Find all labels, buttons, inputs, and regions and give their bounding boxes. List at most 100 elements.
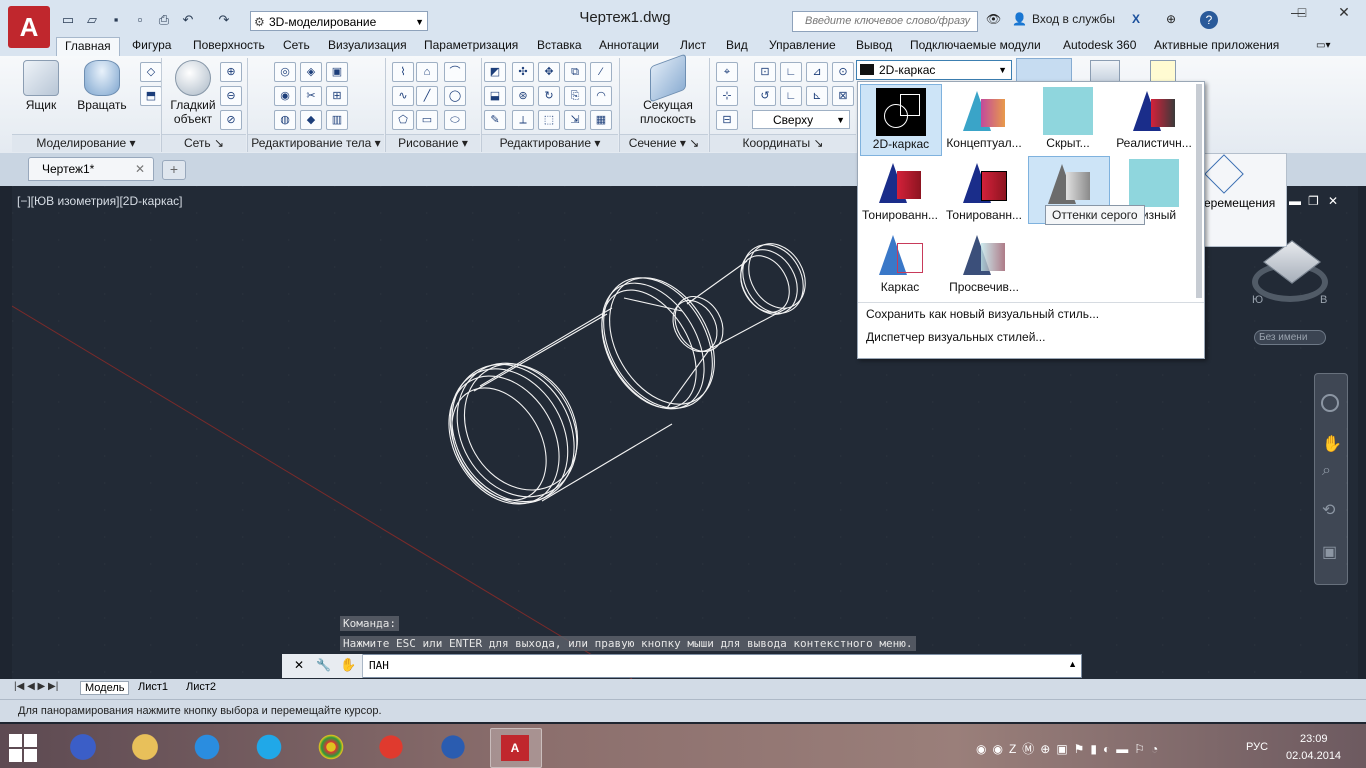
polyline-icon[interactable]: ⌇ (392, 62, 414, 82)
move-gizmo-icon[interactable] (1204, 154, 1244, 194)
3d-rotate-icon[interactable]: ✣ (512, 62, 534, 82)
3d-align-icon[interactable]: ⬓ (484, 86, 506, 106)
viewport-close[interactable]: ✕ (1328, 194, 1338, 208)
ucs-named-icon[interactable]: ⊙ (832, 62, 854, 82)
ucs-menu[interactable]: Без имени (1254, 330, 1326, 345)
box-button[interactable]: Ящик (16, 60, 66, 112)
mirror-icon[interactable]: ⟂ (512, 110, 534, 130)
ellipse-icon[interactable]: ⬭ (444, 110, 466, 130)
ucs-view-icon[interactable]: ⊠ (832, 86, 854, 106)
save-as-icon[interactable]: ▫ (132, 12, 148, 28)
command-input[interactable]: ПАН ▲ (282, 654, 1082, 678)
skype-icon[interactable] (244, 728, 294, 766)
copy-icon[interactable]: ⎘ (564, 86, 586, 106)
arc-icon[interactable]: ⌒ (444, 62, 466, 82)
close-icon[interactable]: ✕ (135, 158, 145, 180)
fillet-icon[interactable]: ◩ (484, 62, 506, 82)
panel-title-coordinates[interactable]: Координаты ↘ (710, 134, 856, 152)
ucs-origin-icon[interactable]: ⊹ (716, 86, 738, 106)
ucs-z-icon[interactable]: ⊾ (806, 86, 828, 106)
presspull-icon[interactable]: ⬒ (140, 86, 162, 106)
panel-title-solid-editing[interactable]: Редактирование тела ▾ (248, 134, 384, 152)
tab-output[interactable]: Вывод (856, 37, 892, 56)
thicken-icon[interactable]: ◆ (300, 110, 322, 130)
tab-surface[interactable]: Поверхность (193, 37, 265, 56)
gallery-scrollbar[interactable] (1196, 84, 1202, 298)
visual-style-select[interactable]: 2D-каркас ▼ (856, 60, 1012, 80)
view-select[interactable]: Сверху ▼ (752, 110, 850, 129)
3d-move-icon[interactable]: ✥ (538, 62, 560, 82)
undo-icon[interactable]: ↶ (180, 12, 196, 28)
tab-model[interactable]: Модель (80, 681, 130, 695)
intersect-icon[interactable]: ◍ (274, 110, 296, 130)
showmotion-icon[interactable]: ▣ (1322, 542, 1337, 562)
tab-parametric[interactable]: Параметризация (424, 37, 518, 56)
ucs-y-icon[interactable]: ∟ (780, 86, 802, 106)
viewport-controls-label[interactable]: [−][ЮВ изометрия][2D-каркас] (17, 194, 183, 208)
tab-manage[interactable]: Управление (769, 37, 836, 56)
visual-style-conceptual[interactable]: Концептуал... (944, 84, 1024, 154)
word-icon[interactable] (428, 728, 478, 766)
tab-home[interactable]: Главная (56, 37, 120, 57)
ucs-x-icon[interactable]: ∟ (780, 62, 802, 82)
panel-title-modeling[interactable]: Моделирование ▾ (12, 134, 160, 152)
binoculars-icon[interactable]: 👁 (986, 12, 1001, 26)
revolve-button[interactable]: Вращать (74, 60, 130, 112)
viewport-restore[interactable]: ❐ (1308, 194, 1319, 208)
workspace-select[interactable]: ⚙ 3D-моделирование ▼ (250, 11, 428, 31)
offset-icon[interactable]: ⧉ (564, 62, 586, 82)
tab-featured-apps[interactable]: Активные приложения (1154, 37, 1279, 56)
tab-render[interactable]: Визуализация (328, 37, 407, 56)
chevron-up-icon[interactable]: ▲ (1068, 659, 1077, 669)
tab-plugins[interactable]: Подключаемые модули (910, 37, 1041, 56)
tab-solid[interactable]: Фигура (132, 37, 171, 56)
panel-title-mesh[interactable]: Сеть ↘ (162, 134, 246, 152)
ribbon-options-icon[interactable]: ▭▾ (1316, 37, 1330, 56)
tab-layout[interactable]: Лист (680, 37, 706, 56)
subtract-icon[interactable]: ◉ (274, 86, 296, 106)
visual-styles-manager[interactable]: Диспетчер визуальных стилей... (866, 330, 1045, 344)
polysolid-icon[interactable]: ⌂ (416, 62, 438, 82)
trim-icon[interactable]: ◠ (590, 86, 612, 106)
ucs-world-icon[interactable]: ⊡ (754, 62, 776, 82)
document-tab[interactable]: Чертеж1* ✕ (28, 157, 154, 181)
scale-icon[interactable]: ⬚ (538, 110, 560, 130)
restore-button[interactable]: □ (1280, 0, 1324, 26)
visual-style-xray[interactable]: Просвечив... (944, 228, 1024, 298)
mesh-refine-icon[interactable]: ⊘ (220, 110, 242, 130)
save-as-new-visual-style[interactable]: Сохранить как новый визуальный стиль... (866, 307, 1099, 321)
extrude-icon[interactable]: ◇ (140, 62, 162, 82)
zoom-icon[interactable]: ⌕ (1322, 462, 1331, 480)
panel-title-section[interactable]: Сечение ▾ ↘ (620, 134, 708, 152)
help-icon[interactable]: ? (1200, 11, 1218, 29)
layout-nav-arrows[interactable]: |◀ ◀ ▶ ▶| (14, 681, 58, 692)
spline-icon[interactable]: ∿ (392, 86, 414, 106)
language-indicator[interactable]: РУС (1246, 741, 1268, 753)
internet-explorer-icon[interactable] (182, 728, 232, 766)
mesh-smooth-less-icon[interactable]: ⊖ (220, 86, 242, 106)
tab-autodesk360[interactable]: Autodesk 360 (1063, 37, 1136, 56)
mesh-smooth-more-icon[interactable]: ⊕ (220, 62, 242, 82)
tab-insert[interactable]: Вставка (537, 37, 582, 56)
application-menu-button[interactable]: A (8, 6, 50, 48)
ucs-3point-icon[interactable]: ⊿ (806, 62, 828, 82)
print-icon[interactable]: ⎙ (156, 12, 172, 28)
wrench-icon[interactable]: 🔧 (316, 658, 331, 672)
tab-annotate[interactable]: Аннотации (599, 37, 659, 56)
visual-style-shaded-edges[interactable]: Тонированн... (944, 156, 1024, 226)
stretch-icon[interactable]: ⇲ (564, 110, 586, 130)
slice-icon[interactable]: ✂ (300, 86, 322, 106)
close-window-button[interactable]: ✕ (1322, 0, 1366, 26)
array-icon[interactable]: ▦ (590, 110, 612, 130)
visual-style-wireframe[interactable]: Каркас (860, 228, 940, 298)
new-tab-button[interactable]: + (162, 160, 186, 180)
ucs-face-icon[interactable]: ⊟ (716, 110, 738, 130)
new-file-icon[interactable]: ▭ (60, 12, 76, 28)
autocad-taskbar-icon[interactable]: A (490, 728, 542, 768)
rotate-icon[interactable]: ↻ (538, 86, 560, 106)
viewcube[interactable]: Ю В (1248, 240, 1334, 310)
orbit-icon[interactable]: ⟲ (1322, 500, 1335, 520)
visual-style-shaded[interactable]: Тонированн... (860, 156, 940, 226)
panel-title-modify[interactable]: Редактирование ▾ (482, 134, 618, 152)
3d-array-icon[interactable]: ⊛ (512, 86, 534, 106)
